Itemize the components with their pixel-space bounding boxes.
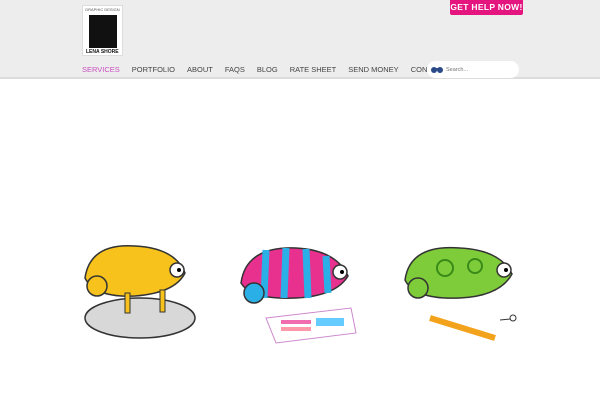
site-header: GRAPHIC DESIGN LENA SHORE GET HELP NOW! … [0, 0, 600, 79]
nav-about[interactable]: ABOUT [187, 65, 213, 74]
nav-faqs[interactable]: FAQS [225, 65, 245, 74]
nav-rate-sheet[interactable]: RATE SHEET [290, 65, 337, 74]
logo-mark [89, 15, 117, 48]
green-chameleon-pencil-illustration[interactable] [400, 238, 530, 348]
search-input[interactable] [446, 66, 506, 73]
logo-tagline: GRAPHIC DESIGN [85, 7, 120, 12]
yellow-chameleon-mouse-illustration[interactable] [75, 238, 205, 348]
logo-name: LENA SHORE [86, 49, 119, 55]
nav-portfolio[interactable]: PORTFOLIO [132, 65, 175, 74]
get-help-button[interactable]: GET HELP NOW! [450, 0, 523, 15]
search-box[interactable] [427, 61, 519, 78]
nav-services[interactable]: SERVICES [82, 65, 120, 74]
binoculars-icon [431, 67, 443, 73]
striped-chameleon-swatches-illustration[interactable] [236, 238, 361, 348]
nav-send-money[interactable]: SEND MONEY [348, 65, 398, 74]
logo[interactable]: GRAPHIC DESIGN LENA SHORE [82, 5, 123, 56]
main-nav: SERVICES PORTFOLIO ABOUT FAQS BLOG RATE … [82, 65, 458, 74]
nav-blog[interactable]: BLOG [257, 65, 278, 74]
